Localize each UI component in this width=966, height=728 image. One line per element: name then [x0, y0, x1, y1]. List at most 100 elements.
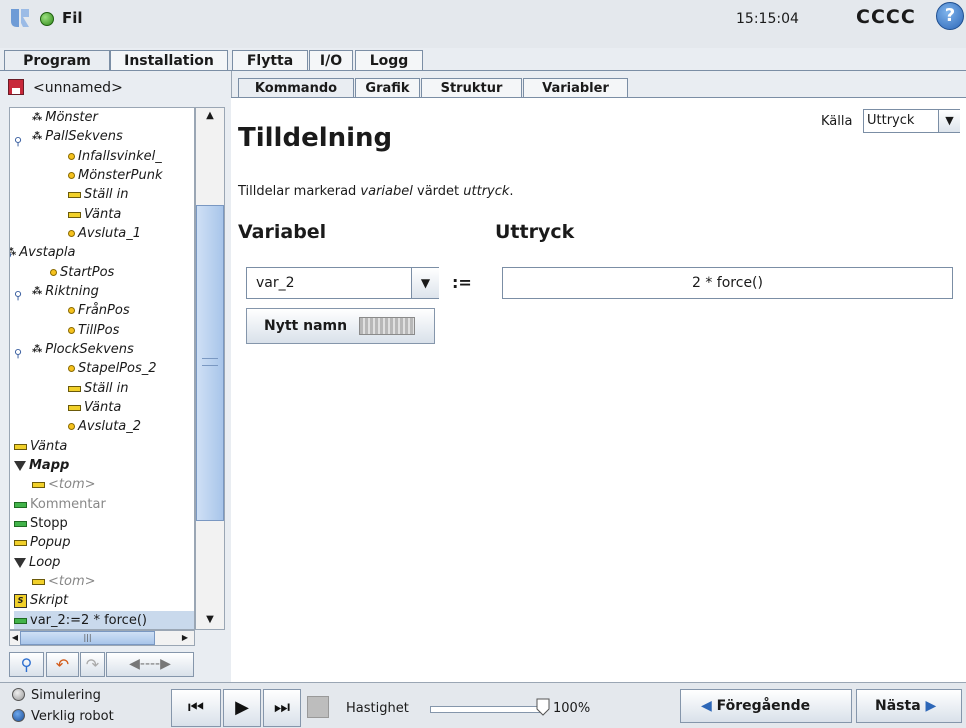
tree-item[interactable]: Vänta — [68, 398, 121, 417]
scroll-up-icon[interactable]: ▲ — [196, 108, 224, 124]
chevron-down-icon[interactable]: ▼ — [411, 268, 439, 298]
real-robot-radio[interactable] — [12, 709, 25, 722]
tree-item[interactable]: MönsterPunk — [68, 166, 162, 185]
tab-installation[interactable]: Installation — [110, 50, 228, 71]
tree-item[interactable]: Kommentar — [14, 495, 106, 514]
chevron-down-icon[interactable]: ▼ — [938, 110, 960, 132]
undo-icon[interactable]: ↶ — [46, 652, 79, 677]
ur-logo — [11, 9, 29, 27]
tree-item[interactable]: Ställ in — [68, 379, 129, 398]
speed-slider[interactable] — [430, 706, 540, 713]
waypoint-icon — [68, 172, 75, 179]
cut-paste-arrows-icon[interactable]: ◀----▶ — [106, 652, 194, 677]
variable-heading: Variabel — [238, 221, 327, 243]
tree-item-label: TillPos — [78, 323, 120, 338]
tab-log[interactable]: Logg — [355, 50, 423, 71]
help-icon[interactable]: ? — [936, 2, 964, 30]
tree-item-label: StartPos — [60, 265, 115, 280]
tab-io[interactable]: I/O — [309, 50, 353, 71]
scroll-right-icon[interactable]: ▶ — [180, 631, 190, 645]
page-title: Tilldelning — [238, 123, 393, 153]
status-dot-icon — [40, 12, 54, 26]
tree-item[interactable]: Vänta — [68, 205, 121, 224]
speed-slider-handle-icon[interactable] — [536, 698, 550, 716]
search-icon[interactable]: ⚲ — [9, 652, 44, 677]
tree-item-selected[interactable]: var_2:=2 * force() — [14, 611, 194, 629]
rewind-icon[interactable]: ⏮ — [171, 689, 221, 727]
expand-toggle-icon[interactable]: ⚲ — [14, 289, 22, 302]
tree-item[interactable]: ⁂ PallSekvens — [32, 127, 123, 146]
expand-toggle-icon[interactable]: ⚲ — [10, 250, 12, 263]
scrollbar-grip-icon — [202, 358, 218, 366]
tree-item[interactable]: TillPos — [68, 321, 119, 340]
tree-item[interactable]: Ställ in — [68, 185, 129, 204]
scroll-down-icon[interactable]: ▼ — [196, 612, 224, 628]
command-icon — [14, 617, 27, 624]
tree-item[interactable]: Loop — [14, 553, 60, 572]
tree-item[interactable]: Vänta — [14, 437, 67, 456]
tree-item-label: Avstapla — [19, 245, 76, 260]
scroll-left-icon[interactable]: ◀ — [10, 631, 20, 645]
tree-item[interactable]: S Skript — [14, 591, 68, 610]
next-button[interactable]: Nästa ▶ — [856, 689, 962, 723]
tree-item-label: <tom> — [48, 574, 96, 589]
tree-item[interactable]: Avsluta_2 — [68, 417, 141, 436]
pallet-icon: ⁂ — [32, 344, 43, 355]
simulation-radio[interactable] — [12, 688, 25, 701]
tab-command[interactable]: Kommando — [238, 78, 354, 98]
waypoint-icon — [68, 153, 75, 160]
expand-toggle-icon[interactable]: ⚲ — [14, 135, 22, 148]
tree-item[interactable]: StapelPos_2 — [68, 359, 157, 378]
description-emphasis: variabel — [360, 184, 413, 199]
tab-graphics[interactable]: Grafik — [355, 78, 420, 98]
previous-label: Föregående — [716, 698, 811, 714]
command-icon — [14, 501, 27, 508]
stop-icon[interactable] — [307, 696, 329, 718]
play-icon[interactable]: ▶ — [223, 689, 261, 727]
expand-toggle-icon[interactable]: ⚲ — [14, 347, 22, 360]
expression-value: 2 * force() — [692, 275, 763, 291]
tree-item-label: Loop — [29, 555, 61, 570]
robot-name: CCCC — [856, 6, 916, 28]
scrollbar-thumb[interactable]: ||| — [20, 631, 155, 645]
tab-structure[interactable]: Struktur — [421, 78, 522, 98]
tree-item[interactable]: Mapp — [14, 456, 69, 475]
waypoint-icon — [68, 307, 75, 314]
tree-item-label: FrånPos — [78, 303, 130, 318]
tree-item-label: PlockSekvens — [45, 342, 134, 357]
next-label: Nästa — [875, 698, 921, 714]
tree-item-label: Ställ in — [84, 381, 129, 396]
save-icon[interactable] — [8, 79, 24, 95]
tree-item[interactable]: ⁂ PlockSekvens — [32, 340, 134, 359]
tree-item[interactable]: Avsluta_1 — [68, 224, 141, 243]
pallet-icon: ⁂ — [32, 131, 43, 142]
tree-item[interactable]: <tom> — [32, 475, 96, 494]
tree-item[interactable]: <tom> — [32, 572, 96, 591]
tab-program[interactable]: Program — [4, 50, 110, 72]
source-select-value: Uttryck — [867, 113, 915, 128]
assign-operator: := — [452, 273, 472, 292]
file-menu[interactable]: Fil — [62, 9, 83, 27]
tree-item-label: Skript — [30, 593, 69, 608]
tree-item[interactable]: ⁂ Riktning — [32, 282, 99, 301]
tree-item[interactable]: ⁂ Mönster — [32, 108, 98, 127]
description-text: . — [509, 184, 514, 199]
tree-item[interactable]: StartPos — [50, 263, 114, 282]
tab-variables[interactable]: Variabler — [523, 78, 628, 98]
source-label: Källa — [821, 114, 853, 129]
tree-item[interactable]: Stopp — [14, 514, 68, 533]
tree-item[interactable]: FrånPos — [68, 301, 130, 320]
redo-icon[interactable]: ↷ — [80, 652, 105, 677]
tree-item-label: Vänta — [84, 207, 122, 222]
command-icon — [68, 404, 81, 411]
command-icon — [68, 385, 81, 392]
tree-item[interactable]: ⁂Avstapla — [10, 243, 76, 262]
tree-item[interactable]: Infallsvinkel_ — [68, 147, 162, 166]
previous-button[interactable]: ◀ Föregående — [680, 689, 852, 723]
description: Tilldelar markerad variabel värdet uttry… — [238, 184, 514, 199]
waypoint-icon — [68, 230, 75, 237]
tree-item-label: Vänta — [84, 400, 122, 415]
tree-item[interactable]: Popup — [14, 533, 71, 552]
step-icon[interactable]: ⏭ — [263, 689, 301, 727]
tab-move[interactable]: Flytta — [232, 50, 308, 71]
